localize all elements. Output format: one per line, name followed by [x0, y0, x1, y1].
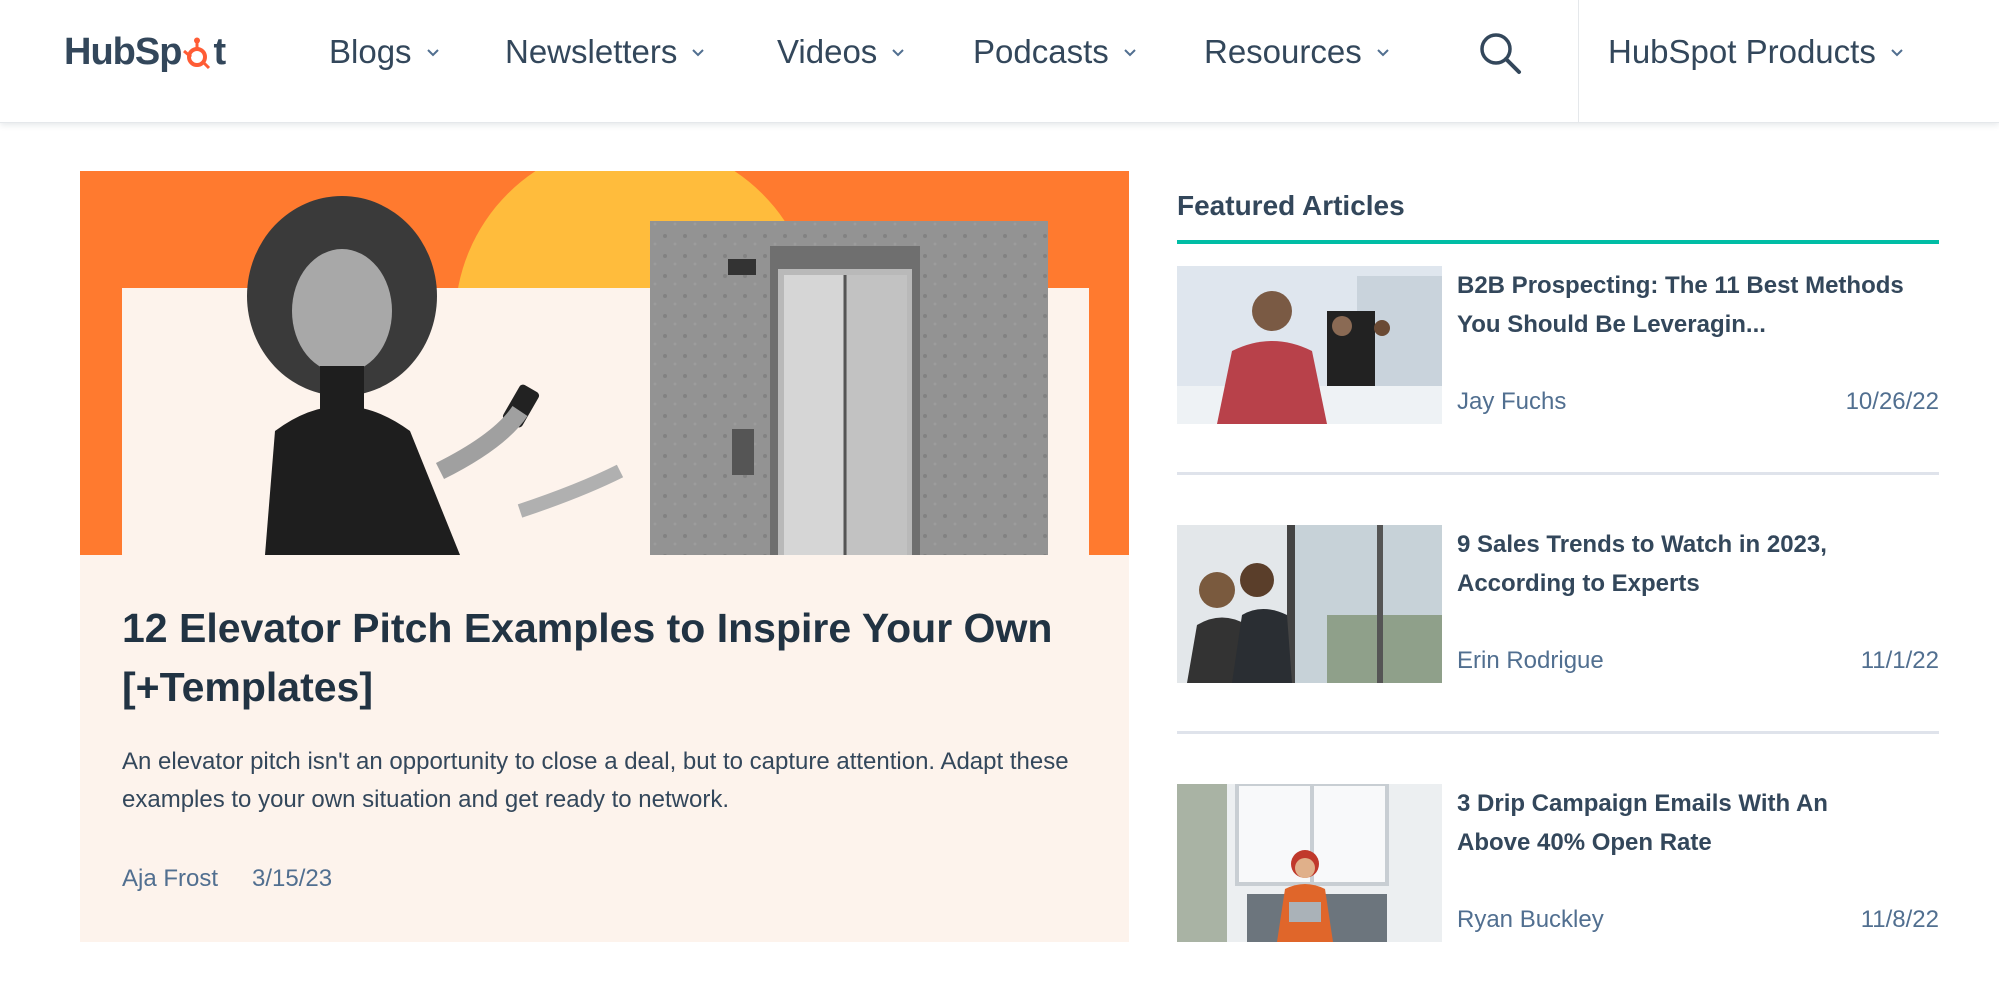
article-thumbnail	[1177, 784, 1442, 942]
nav-label: Podcasts	[973, 33, 1109, 70]
article-title-line2: Above 40% Open Rate	[1457, 829, 1712, 856]
featured-article[interactable]: B2B Prospecting: The 11 Best Methods You…	[1177, 266, 1939, 424]
hubspot-logo[interactable]: HubSp t	[64, 30, 226, 73]
hero-article-card[interactable]: 12 Elevator Pitch Examples to Inspire Yo…	[80, 171, 1129, 942]
featured-article[interactable]: 9 Sales Trends to Watch in 2023, Accordi…	[1177, 525, 1939, 683]
nav-newsletters[interactable]: Newsletters	[505, 30, 705, 74]
header-divider	[1578, 0, 1579, 122]
article-title-line1: 9 Sales Trends to Watch in 2023,	[1457, 531, 1827, 558]
article-author[interactable]: Ryan Buckley	[1457, 906, 1604, 934]
chevron-down-icon	[1891, 49, 1903, 57]
article-title[interactable]: 9 Sales Trends to Watch in 2023, Accordi…	[1457, 525, 1937, 603]
search-icon[interactable]	[1477, 30, 1523, 76]
article-divider	[1177, 731, 1939, 734]
article-date: 11/1/22	[1860, 647, 1939, 674]
hero-date: 3/15/23	[252, 865, 333, 892]
article-title[interactable]: B2B Prospecting: The 11 Best Methods You…	[1457, 266, 1937, 344]
chevron-down-icon	[1377, 49, 1389, 57]
article-title-line1: 3 Drip Campaign Emails With An	[1457, 790, 1828, 817]
chevron-down-icon	[692, 49, 705, 57]
article-divider	[1177, 472, 1939, 475]
nav-label: Blogs	[329, 33, 412, 70]
nav-videos[interactable]: Videos	[777, 30, 905, 74]
featured-article[interactable]: 3 Drip Campaign Emails With An Above 40%…	[1177, 784, 1939, 942]
nav-label: Videos	[777, 33, 878, 70]
article-thumbnail	[1177, 266, 1442, 424]
logo-text-left: HubSp	[64, 30, 182, 73]
hero-description: An elevator pitch isn't an opportunity t…	[122, 748, 1069, 813]
hero-author[interactable]: Aja Frost	[122, 865, 218, 893]
featured-heading: Featured Articles	[1177, 190, 1405, 221]
nav-podcasts[interactable]: Podcasts	[973, 30, 1137, 74]
nav-resources[interactable]: Resources	[1204, 30, 1390, 74]
article-title[interactable]: 3 Drip Campaign Emails With An Above 40%…	[1457, 784, 1937, 862]
sprocket-icon	[183, 37, 211, 70]
nav-label: Resources	[1204, 33, 1362, 70]
chevron-down-icon	[892, 49, 905, 57]
nav-hubspot-products[interactable]: HubSpot Products	[1608, 30, 1904, 74]
article-date: 11/8/22	[1860, 906, 1939, 933]
hero-meta: Aja Frost 3/15/23	[122, 865, 332, 893]
site-header: HubSp t Blogs Newsletters Videos Podcast…	[0, 0, 1999, 123]
chevron-down-icon	[1124, 49, 1136, 57]
article-author[interactable]: Jay Fuchs	[1457, 388, 1566, 416]
nav-label: Newsletters	[505, 33, 678, 70]
article-date: 10/26/22	[1845, 388, 1939, 415]
hero-title[interactable]: 12 Elevator Pitch Examples to Inspire Yo…	[122, 599, 1082, 717]
article-thumbnail	[1177, 525, 1442, 683]
logo-text-right: t	[213, 30, 226, 73]
nav-blogs[interactable]: Blogs	[329, 30, 440, 74]
article-title-line2: According to Experts	[1457, 570, 1700, 597]
article-title-line1: B2B Prospecting: The 11 Best Methods	[1457, 272, 1904, 299]
chevron-down-icon	[426, 49, 439, 57]
hero-image	[80, 171, 1129, 555]
article-author[interactable]: Erin Rodrigue	[1457, 647, 1604, 675]
featured-underline	[1177, 240, 1939, 244]
nav-label: HubSpot Products	[1608, 33, 1876, 70]
article-title-line2: You Should Be Leveragin...	[1457, 311, 1766, 338]
